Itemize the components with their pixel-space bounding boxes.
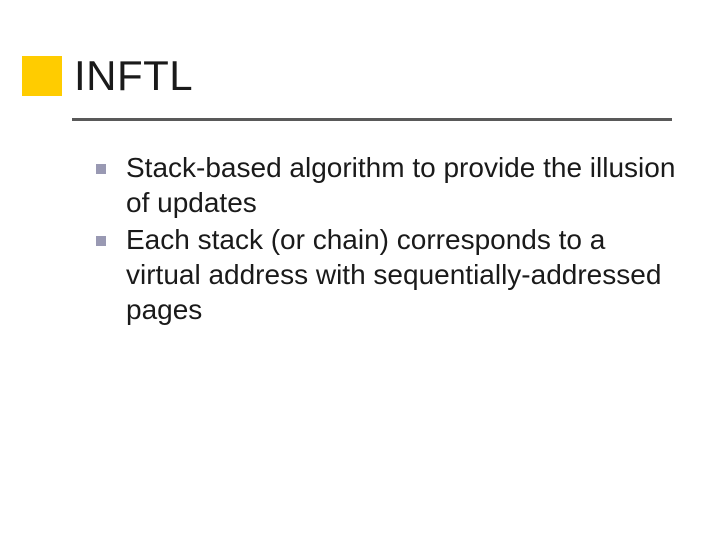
bullet-square-icon bbox=[96, 236, 106, 246]
list-item: Stack-based algorithm to provide the ill… bbox=[96, 150, 686, 220]
slide-content: Stack-based algorithm to provide the ill… bbox=[96, 150, 686, 329]
bullet-text: Stack-based algorithm to provide the ill… bbox=[126, 150, 686, 220]
bullet-text: Each stack (or chain) corresponds to a v… bbox=[126, 222, 686, 327]
title-underline bbox=[72, 118, 672, 121]
accent-square-icon bbox=[22, 56, 62, 96]
slide-title: INFTL bbox=[74, 52, 193, 100]
bullet-square-icon bbox=[96, 164, 106, 174]
list-item: Each stack (or chain) corresponds to a v… bbox=[96, 222, 686, 327]
slide: INFTL Stack-based algorithm to provide t… bbox=[0, 0, 720, 540]
